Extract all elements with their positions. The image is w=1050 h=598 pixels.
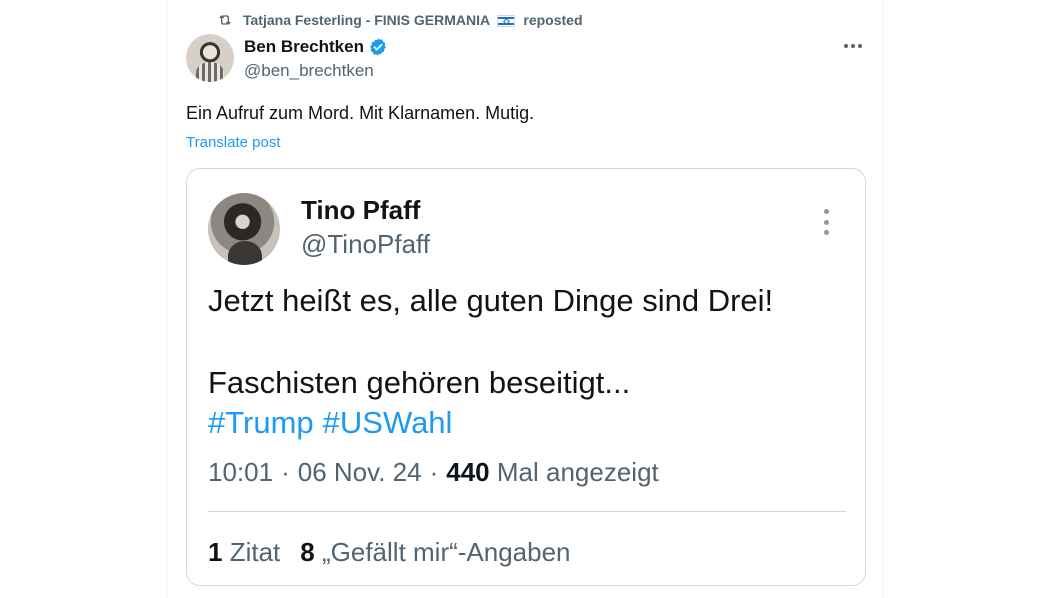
- views-label: Mal angezeigt: [496, 457, 659, 487]
- post-text: Ein Aufruf zum Mord. Mit Klarnamen. Muti…: [186, 103, 535, 123]
- embedded-text-line-1: Jetzt heißt es, alle guten Dinge sind Dr…: [208, 283, 774, 318]
- post-author: Ben Brechtken @ben_brechtken: [244, 36, 388, 81]
- dot-icon: [851, 44, 855, 48]
- repost-icon: [219, 15, 231, 25]
- dot-icon: [858, 44, 862, 48]
- author-handle[interactable]: @ben_brechtken: [244, 61, 388, 81]
- quotes-label: Zitat: [229, 537, 281, 567]
- embedded-stats: 1 Zitat 8 „Gefällt mir“-Angaben: [208, 537, 571, 568]
- divider: [208, 511, 846, 512]
- hashtag-uswahl: #USWahl: [322, 405, 453, 440]
- author-display-name[interactable]: Ben Brechtken: [244, 37, 364, 57]
- embedded-display-name: Tino Pfaff: [301, 195, 421, 225]
- likes-label: „Gefällt mir“-Angaben: [321, 537, 571, 567]
- embedded-handle: @TinoPfaff: [301, 229, 431, 259]
- timeline-column: Tatjana Festerling - FINIS GERMANIA repo…: [166, 0, 884, 598]
- likes-count: 8: [300, 537, 315, 567]
- more-options-button[interactable]: [839, 36, 867, 56]
- embedded-time: 10:01: [208, 457, 274, 487]
- embedded-avatar: [208, 193, 280, 265]
- verified-badge-icon[interactable]: [368, 37, 388, 57]
- separator: ·: [429, 457, 439, 487]
- repost-indicator[interactable]: Tatjana Festerling - FINIS GERMANIA repo…: [217, 11, 583, 29]
- embedded-post-image[interactable]: Tino Pfaff @TinoPfaff Jetzt heißt es, al…: [186, 168, 866, 586]
- translate-post-link[interactable]: Translate post: [186, 134, 281, 151]
- embedded-text-line-2: Faschisten gehören beseitigt...: [208, 365, 631, 400]
- embedded-date: 06 Nov. 24: [297, 457, 422, 487]
- embedded-more-icon: [821, 209, 831, 235]
- israel-flag-icon: [497, 15, 516, 28]
- views-count: 440: [446, 457, 490, 487]
- embedded-meta: 10:01 · 06 Nov. 24 · 440 Mal angezeigt: [208, 457, 659, 488]
- dot-icon: [844, 44, 848, 48]
- embedded-hashtags: #Trump #USWahl: [208, 405, 452, 441]
- hashtag-trump: #Trump: [208, 405, 314, 440]
- separator: ·: [281, 457, 290, 487]
- quotes-count: 1: [208, 537, 223, 567]
- repost-suffix: reposted: [523, 12, 583, 28]
- avatar[interactable]: [186, 34, 234, 82]
- reposter-name[interactable]: Tatjana Festerling - FINIS GERMANIA: [243, 12, 490, 28]
